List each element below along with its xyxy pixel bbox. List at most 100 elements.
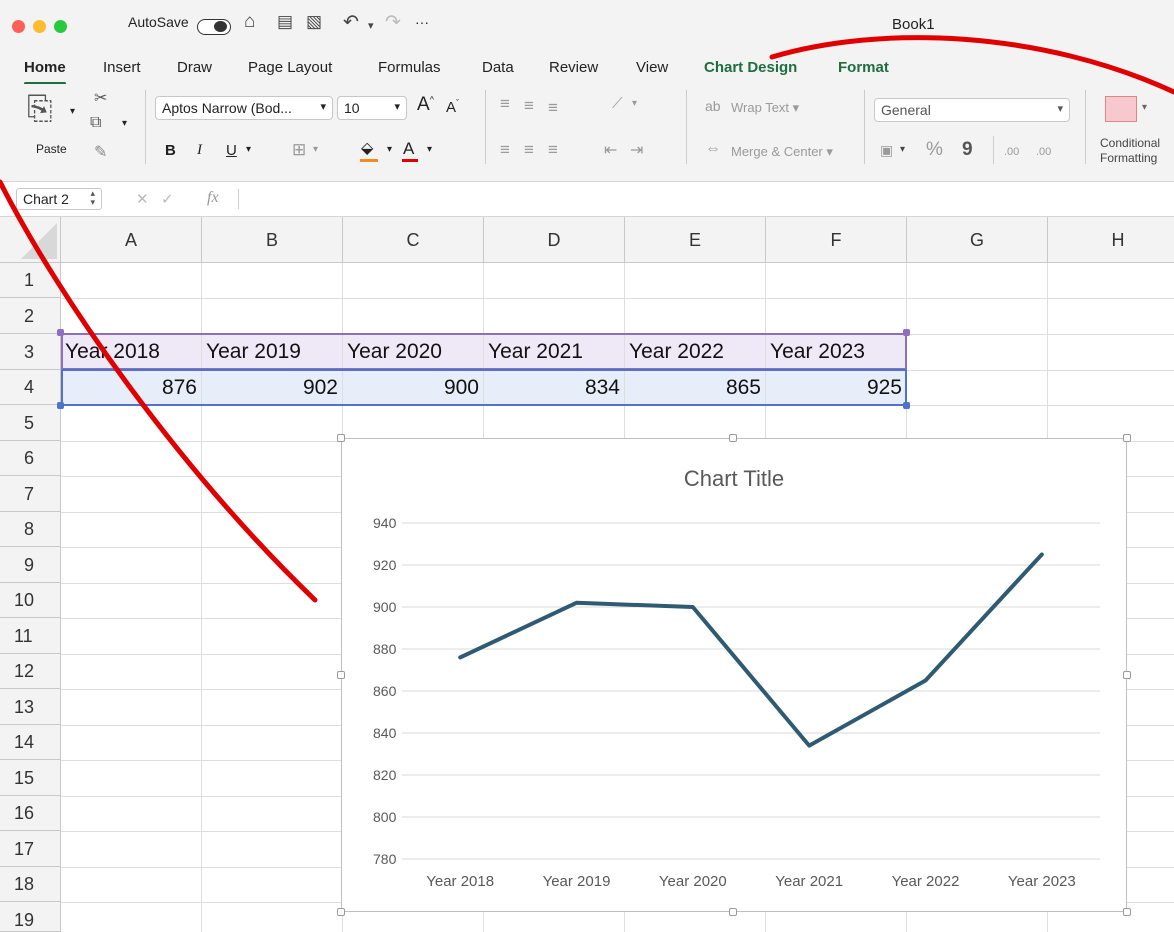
- row-header-16[interactable]: 16: [0, 796, 61, 831]
- row-header-15[interactable]: 15: [0, 760, 61, 796]
- undo-dropdown-icon[interactable]: ▾: [368, 19, 374, 32]
- row-header-7[interactable]: 7: [0, 476, 61, 512]
- borders-dropdown-icon[interactable]: ▾: [313, 144, 318, 155]
- format-painter-icon[interactable]: ✎: [94, 142, 107, 162]
- decrease-decimal-button[interactable]: .00: [1036, 146, 1051, 158]
- italic-button[interactable]: I: [197, 142, 202, 159]
- range-handle[interactable]: [903, 402, 910, 409]
- enter-icon[interactable]: ✓: [161, 190, 174, 208]
- borders-icon[interactable]: ⊞: [292, 140, 306, 160]
- tab-page-layout[interactable]: Page Layout: [248, 59, 332, 76]
- align-right-icon[interactable]: ≡: [548, 140, 558, 160]
- series-line[interactable]: [458, 552, 1044, 748]
- bold-button[interactable]: B: [165, 142, 176, 159]
- name-box[interactable]: Chart 2 ▴ ▾: [16, 188, 102, 210]
- minimize-window-button[interactable]: [33, 20, 46, 33]
- merge-center-button[interactable]: Merge & Center ▾: [731, 144, 833, 160]
- wrap-text-button[interactable]: Wrap Text ▾: [731, 100, 799, 116]
- fill-color-icon[interactable]: ⬙: [361, 138, 373, 158]
- row-header-5[interactable]: 5: [0, 405, 61, 441]
- orientation-icon[interactable]: ⟋: [612, 95, 623, 112]
- fill-color-dropdown-icon[interactable]: ▾: [387, 144, 392, 155]
- conditional-formatting-icon[interactable]: [1105, 96, 1137, 122]
- increase-font-size-button[interactable]: A^: [417, 94, 434, 116]
- formula-input[interactable]: [244, 186, 1164, 212]
- row-header-12[interactable]: 12: [0, 654, 61, 689]
- chart-resize-handle[interactable]: [337, 908, 345, 916]
- increase-indent-icon[interactable]: ⇥: [630, 140, 643, 160]
- row-header-11[interactable]: 11: [0, 618, 61, 654]
- align-left-icon[interactable]: ≡: [500, 140, 510, 160]
- currency-dropdown-icon[interactable]: ▾: [900, 144, 905, 155]
- undo-icon[interactable]: ↶: [343, 11, 359, 34]
- row-header-13[interactable]: 13: [0, 689, 61, 725]
- font-size-select[interactable]: 10 ▾: [337, 96, 407, 120]
- save-icon[interactable]: ▤: [277, 12, 293, 32]
- copy-dropdown-icon[interactable]: ▾: [122, 118, 127, 129]
- row-header-19[interactable]: 19: [0, 902, 61, 932]
- align-center-icon[interactable]: ≡: [524, 140, 534, 160]
- align-bottom-icon[interactable]: ≡: [548, 98, 558, 118]
- comma-button[interactable]: 9: [962, 139, 973, 161]
- row-header-17[interactable]: 17: [0, 831, 61, 867]
- font-color-dropdown-icon[interactable]: ▾: [427, 144, 432, 155]
- increase-decimal-button[interactable]: .00: [1004, 146, 1019, 158]
- tab-formulas[interactable]: Formulas: [378, 59, 441, 76]
- row-header-3[interactable]: 3: [0, 334, 61, 370]
- paste-icon[interactable]: ⎘: [27, 90, 53, 128]
- redo-icon[interactable]: ↷: [385, 11, 401, 34]
- chart-object[interactable]: Chart Title 780 800 820 840 860 880 900 920 940 …: [341, 438, 1127, 912]
- row-header-10[interactable]: 10: [0, 583, 61, 618]
- currency-icon[interactable]: ▣: [880, 142, 893, 159]
- range-handle[interactable]: [57, 402, 64, 409]
- close-window-button[interactable]: [12, 20, 25, 33]
- row-header-8[interactable]: 8: [0, 512, 61, 547]
- range-handle[interactable]: [57, 329, 64, 336]
- tab-review[interactable]: Review: [549, 59, 598, 76]
- number-format-select[interactable]: General ▾: [874, 98, 1070, 122]
- home-icon[interactable]: ⌂: [244, 11, 255, 33]
- range-handle[interactable]: [903, 329, 910, 336]
- cut-icon[interactable]: ✂: [94, 88, 107, 108]
- autosave-toggle[interactable]: [197, 19, 231, 35]
- align-top-icon[interactable]: ≡: [500, 94, 510, 114]
- row-header-14[interactable]: 14: [0, 725, 61, 760]
- row-header-6[interactable]: 6: [0, 441, 61, 476]
- chart-resize-handle[interactable]: [1123, 908, 1131, 916]
- insert-function-button[interactable]: fx: [207, 189, 219, 207]
- zoom-window-button[interactable]: [54, 20, 67, 33]
- tab-chart-design[interactable]: Chart Design: [704, 59, 797, 76]
- font-name-select[interactable]: Aptos Narrow (Bod... ▾: [155, 96, 333, 120]
- decrease-font-size-button[interactable]: Aˇ: [446, 98, 459, 116]
- orientation-dropdown-icon[interactable]: ▾: [632, 98, 637, 109]
- tab-draw[interactable]: Draw: [177, 59, 212, 76]
- conditional-formatting-dropdown-icon[interactable]: ▾: [1142, 102, 1147, 113]
- chart-resize-handle[interactable]: [337, 671, 345, 679]
- chart-title[interactable]: Chart Title: [684, 466, 784, 491]
- tab-home[interactable]: Home: [24, 59, 66, 85]
- tab-view[interactable]: View: [636, 59, 668, 76]
- percent-button[interactable]: %: [926, 139, 943, 161]
- chart-resize-handle[interactable]: [729, 908, 737, 916]
- align-middle-icon[interactable]: ≡: [524, 96, 534, 116]
- row-header-9[interactable]: 9: [0, 547, 61, 583]
- paste-dropdown-icon[interactable]: ▾: [70, 106, 75, 117]
- tab-format[interactable]: Format: [838, 59, 889, 76]
- tab-data[interactable]: Data: [482, 59, 514, 76]
- row-header-18[interactable]: 18: [0, 867, 61, 902]
- font-color-button[interactable]: A: [403, 139, 414, 159]
- chart-resize-handle[interactable]: [729, 434, 737, 442]
- row-header-2[interactable]: 2: [0, 298, 61, 334]
- row-header-4[interactable]: 4: [0, 370, 61, 405]
- underline-button[interactable]: U: [226, 142, 237, 159]
- decrease-indent-icon[interactable]: ⇤: [604, 140, 617, 160]
- row-header-1[interactable]: 1: [0, 263, 61, 298]
- cancel-icon[interactable]: ✕: [136, 190, 149, 208]
- name-box-stepper-icon[interactable]: ▴ ▾: [90, 189, 95, 207]
- copy-icon[interactable]: ⧉: [90, 114, 101, 132]
- chart-resize-handle[interactable]: [1123, 434, 1131, 442]
- save-as-icon[interactable]: ▧: [306, 12, 322, 32]
- chart-resize-handle[interactable]: [1123, 671, 1131, 679]
- chart-resize-handle[interactable]: [337, 434, 345, 442]
- tab-insert[interactable]: Insert: [103, 59, 141, 76]
